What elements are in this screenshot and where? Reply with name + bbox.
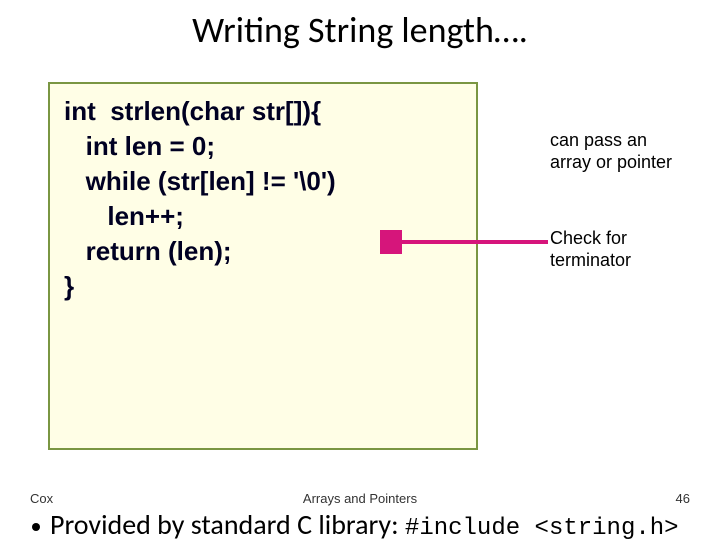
code-line: int len = 0; <box>64 129 462 164</box>
code-line: } <box>64 269 462 304</box>
code-box: int strlen(char str[]){ int len = 0; whi… <box>48 82 478 450</box>
slide-title: Writing String length…. <box>0 8 720 52</box>
bullet-icon <box>32 523 40 531</box>
code-line: int strlen(char str[]){ <box>64 94 462 129</box>
footer-topic: Arrays and Pointers <box>0 491 720 506</box>
annotation-check-terminator: Check for terminator <box>550 228 710 271</box>
bullet-line: Provided by standard C library: #include… <box>32 507 679 540</box>
arrow-icon <box>380 230 550 254</box>
annotation-pass-array: can pass an array or pointer <box>550 130 710 173</box>
footer-page: 46 <box>676 491 690 506</box>
code-line: while (str[len] != '\0') <box>64 164 462 199</box>
